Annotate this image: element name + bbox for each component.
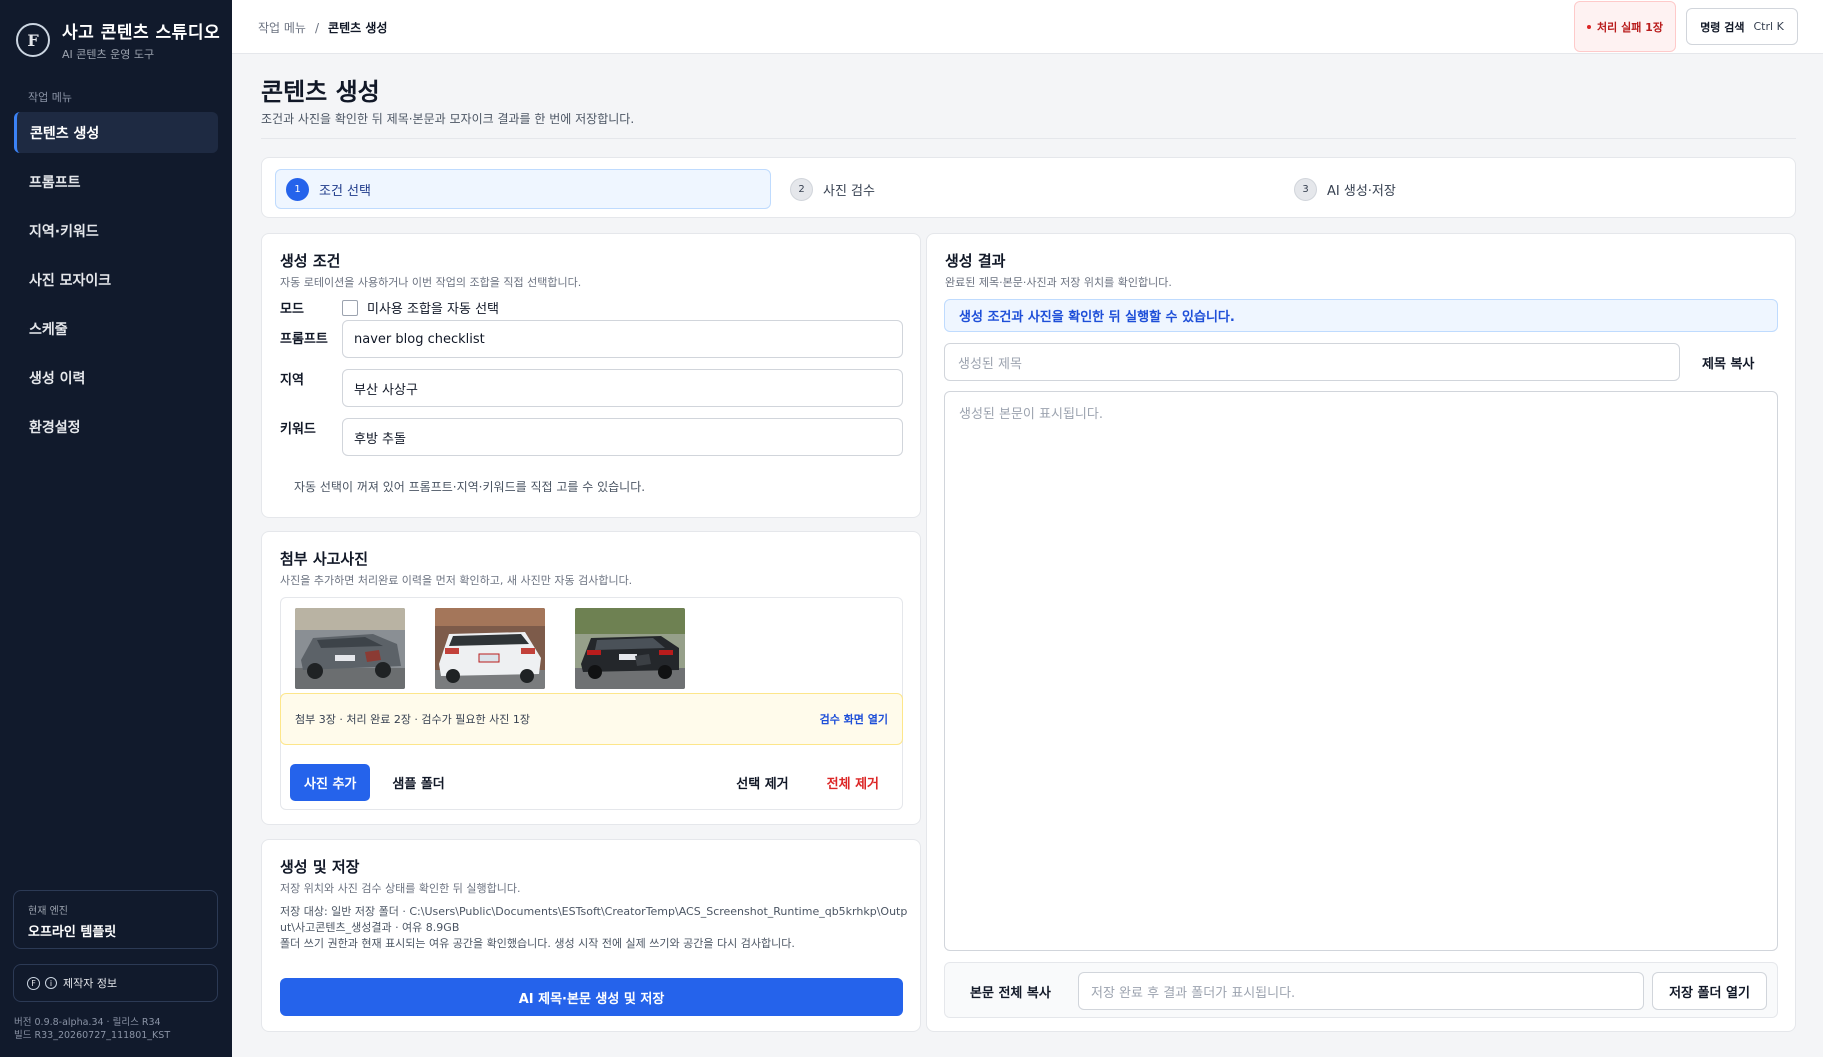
page-title: 콘텐츠 생성 <box>261 78 380 106</box>
auto-select-checkbox-row[interactable]: 미사용 조합을 자동 선택 <box>342 298 499 317</box>
region-select[interactable]: 부산 사상구 <box>342 369 903 407</box>
result-folder-field[interactable]: 저장 완료 후 결과 폴더가 표시됩니다. <box>1078 972 1644 1010</box>
photo-thumbnail[interactable] <box>435 608 545 689</box>
conditions-subtitle: 자동 로테이션을 사용하거나 이번 작업의 조합을 직접 선택합니다. <box>280 276 582 289</box>
step-ai-generate-save[interactable]: 3 AI 생성·저장 <box>1294 169 1396 209</box>
sidebar-item-photo-mosaic[interactable]: 사진 모자이크 <box>14 259 218 300</box>
result-card: 생성 결과 완료된 제목·본문·사진과 저장 위치를 확인합니다. 생성 조건과… <box>926 233 1796 1032</box>
save-title: 생성 및 저장 <box>280 858 360 876</box>
generate-and-save-button[interactable]: AI 제목·본문 생성 및 저장 <box>280 978 903 1016</box>
save-subtitle: 저장 위치와 사진 검수 상태를 확인한 뒤 실행합니다. <box>280 882 521 895</box>
info-icon: i <box>45 977 57 989</box>
photos-title: 첨부 사고사진 <box>280 550 369 568</box>
conditions-hint: 자동 선택이 꺼져 있어 프롬프트·지역·키워드를 직접 고를 수 있습니다. <box>294 480 646 494</box>
car-photo-white <box>435 608 545 689</box>
generated-title-field[interactable]: 생성된 제목 <box>944 343 1680 381</box>
step-label: 조건 선택 <box>319 183 371 199</box>
generate-save-card: 생성 및 저장 저장 위치와 사진 검수 상태를 확인한 뒤 실행합니다. 저장… <box>261 839 921 1032</box>
open-save-folder-button[interactable]: 저장 폴더 열기 <box>1652 972 1767 1010</box>
sample-folder-button[interactable]: 샘플 폴더 <box>378 764 458 801</box>
save-detail: 저장 대상: 일반 저장 폴더 · C:\Users\Public\Docume… <box>280 904 910 952</box>
step-condition-select[interactable]: 1 조건 선택 <box>275 169 771 209</box>
add-photo-button[interactable]: 사진 추가 <box>290 763 371 801</box>
top-bar: 작업 메뉴 / 콘텐츠 생성 처리 실패 1장 명령 검색 Ctrl K <box>232 0 1823 54</box>
sidebar-item-content-create[interactable]: 콘텐츠 생성 <box>14 112 218 153</box>
sidebar-item-history[interactable]: 생성 이력 <box>14 357 218 398</box>
save-target: 저장 대상: 일반 저장 폴더 · C:\Users\Public\Docume… <box>280 905 908 934</box>
breadcrumb-separator: / <box>314 21 320 35</box>
command-search-button[interactable]: 명령 검색 Ctrl K <box>1686 8 1798 45</box>
step-photo-review[interactable]: 2 사진 검수 <box>790 169 875 209</box>
sidebar-item-region-keyword[interactable]: 지역·키워드 <box>14 210 218 251</box>
app-title: 사고 콘텐츠 스튜디오 <box>62 23 221 43</box>
breadcrumb-current: 콘텐츠 생성 <box>328 21 388 35</box>
app-logo-icon: F <box>16 23 50 57</box>
keyword-label: 키워드 <box>280 422 316 437</box>
save-permission-note: 폴더 쓰기 권한과 현재 표시되는 여유 공간을 확인했습니다. 생성 시작 전… <box>280 937 795 950</box>
result-title: 생성 결과 <box>945 252 1006 270</box>
generated-body-textarea[interactable]: 생성된 본문이 표시됩니다. <box>944 391 1778 951</box>
engine-label: 현재 엔진 <box>28 906 68 917</box>
photo-gallery: 첨부 3장 · 처리 완료 2장 · 검수가 필요한 사진 1장 검수 화면 열… <box>280 597 903 810</box>
copy-body-button[interactable]: 본문 전체 복사 <box>956 972 1065 1010</box>
step-number: 2 <box>790 177 813 201</box>
command-search-label: 명령 검색 <box>1700 20 1745 34</box>
copy-title-button[interactable]: 제목 복사 <box>1692 343 1764 381</box>
conditions-title: 생성 조건 <box>280 252 341 270</box>
photos-card: 첨부 사고사진 사진을 추가하면 처리완료 이력을 먼저 확인하고, 새 사진만… <box>261 531 921 825</box>
sidebar: F 사고 콘텐츠 스튜디오 AI 콘텐츠 운영 도구 작업 메뉴 콘텐츠 생성 … <box>0 0 232 1057</box>
sidebar-item-schedule[interactable]: 스케줄 <box>14 308 218 349</box>
photo-review-notice: 첨부 3장 · 처리 완료 2장 · 검수가 필요한 사진 1장 검수 화면 열… <box>280 693 903 745</box>
step-number: 1 <box>286 177 309 201</box>
engine-status: 현재 엔진 오프라인 템플릿 <box>13 890 218 949</box>
stepper: 1 조건 선택 2 사진 검수 3 AI 생성·저장 <box>261 157 1796 218</box>
sidebar-item-prompt[interactable]: 프롬프트 <box>14 161 218 202</box>
mode-label: 모드 <box>280 302 304 317</box>
prompt-label: 프롬프트 <box>280 332 328 347</box>
result-footer: 본문 전체 복사 저장 완료 후 결과 폴더가 표시됩니다. 저장 폴더 열기 <box>944 962 1778 1018</box>
step-label: 사진 검수 <box>823 183 875 199</box>
version-line: 버전 0.9.8-alpha.34 · 릴리스 R34 <box>14 1017 161 1028</box>
command-shortcut: Ctrl K <box>1753 20 1784 33</box>
car-photo-gray <box>295 608 405 689</box>
photo-count-summary: 첨부 3장 · 처리 완료 2장 · 검수가 필요한 사진 1장 <box>295 713 530 726</box>
mini-logo-icon: F <box>27 976 40 990</box>
auto-select-checkbox[interactable] <box>342 299 358 316</box>
remove-all-button[interactable]: 전체 제거 <box>813 764 893 801</box>
photo-thumbnail[interactable] <box>295 608 405 689</box>
photo-thumbnail[interactable] <box>575 608 685 689</box>
app-subtitle: AI 콘텐츠 운영 도구 <box>62 48 155 61</box>
result-subtitle: 완료된 제목·본문·사진과 저장 위치를 확인합니다. <box>945 276 1172 289</box>
prompt-select[interactable]: naver blog checklist <box>342 320 903 358</box>
brand[interactable]: F 사고 콘텐츠 스튜디오 AI 콘텐츠 운영 도구 <box>16 18 220 62</box>
failure-dot-icon <box>1587 24 1592 29</box>
version-info: 버전 0.9.8-alpha.34 · 릴리스 R34 빌드 R33_20260… <box>14 1016 170 1042</box>
sidebar-section-label: 작업 메뉴 <box>28 91 72 104</box>
region-label: 지역 <box>280 373 304 388</box>
build-line: 빌드 R33_20260727_111801_KST <box>14 1030 171 1041</box>
step-label: AI 생성·저장 <box>1327 183 1396 199</box>
photo-actions: 사진 추가 샘플 폴더 선택 제거 전체 제거 <box>280 754 903 810</box>
step-number: 3 <box>1294 177 1317 201</box>
car-photo-black <box>575 608 685 689</box>
conditions-card: 생성 조건 자동 로테이션을 사용하거나 이번 작업의 조합을 직접 선택합니다… <box>261 233 921 518</box>
engine-value: 오프라인 템플릿 <box>28 925 117 940</box>
page-description: 조건과 사진을 확인한 뒤 제목·본문과 모자이크 결과를 한 번에 저장합니다… <box>261 112 635 126</box>
header-divider <box>261 138 1796 139</box>
open-review-link[interactable]: 검수 화면 열기 <box>820 711 888 727</box>
auto-select-label: 미사용 조합을 자동 선택 <box>367 302 499 317</box>
breadcrumb: 작업 메뉴 / 콘텐츠 생성 <box>258 19 387 36</box>
maker-info-label: 제작자 정보 <box>63 977 118 990</box>
photos-subtitle: 사진을 추가하면 처리완료 이력을 먼저 확인하고, 새 사진만 자동 검사합니… <box>280 574 633 587</box>
failure-badge[interactable]: 처리 실패 1장 <box>1574 1 1676 52</box>
sidebar-item-settings[interactable]: 환경설정 <box>14 406 218 447</box>
keyword-select[interactable]: 후방 추돌 <box>342 418 903 456</box>
maker-info-button[interactable]: F i 제작자 정보 <box>13 964 218 1002</box>
breadcrumb-root[interactable]: 작업 메뉴 <box>258 21 306 35</box>
sidebar-nav: 콘텐츠 생성 프롬프트 지역·키워드 사진 모자이크 스케줄 생성 이력 환경설… <box>14 112 218 455</box>
remove-selected-button[interactable]: 선택 제거 <box>722 764 802 801</box>
result-notice: 생성 조건과 사진을 확인한 뒤 실행할 수 있습니다. <box>944 299 1778 332</box>
failure-badge-label: 처리 실패 1장 <box>1597 20 1663 34</box>
